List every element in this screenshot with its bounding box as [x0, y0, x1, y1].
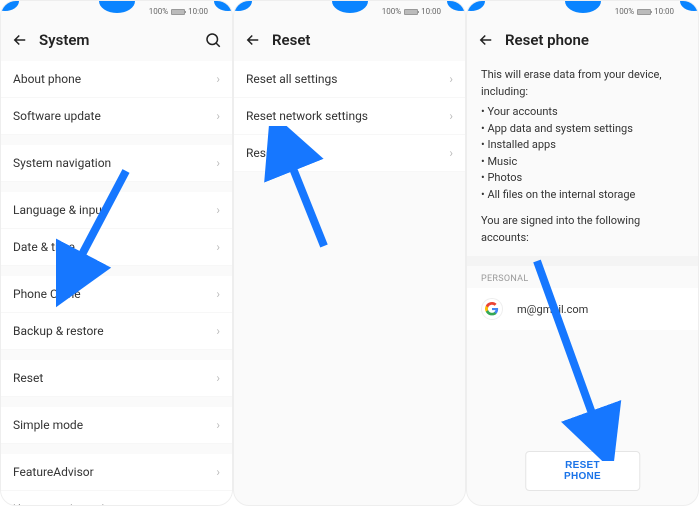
- row-label: Language & input: [13, 203, 106, 217]
- back-icon[interactable]: [477, 31, 495, 49]
- chevron-right-icon: ›: [216, 156, 220, 170]
- erase-list: Your accountsApp data and system setting…: [481, 104, 684, 203]
- status-bar: 100% 10:00: [149, 7, 208, 16]
- back-icon[interactable]: [11, 31, 29, 49]
- settings-row[interactable]: About phone ›: [1, 61, 232, 98]
- google-logo-icon: [481, 298, 503, 320]
- reset-phone-button[interactable]: RESET PHONE: [525, 451, 641, 491]
- settings-row[interactable]: Simple mode ›: [1, 407, 232, 444]
- chevron-right-icon: ›: [216, 287, 220, 301]
- erase-item: Your accounts: [481, 104, 684, 121]
- back-icon[interactable]: [244, 31, 262, 49]
- row-label: About phone: [13, 72, 81, 86]
- settings-row[interactable]: User experience improvement ›: [1, 491, 232, 506]
- chevron-right-icon: ›: [216, 418, 220, 432]
- erase-item: Music: [481, 154, 684, 171]
- erase-item: Installed apps: [481, 137, 684, 154]
- screen-reset-phone: 100% 10:00 Reset phone This will erase d…: [466, 0, 699, 506]
- chevron-right-icon: ›: [449, 72, 453, 86]
- battery-icon: [404, 9, 418, 15]
- chevron-right-icon: ›: [216, 371, 220, 385]
- section-personal: PERSONAL: [467, 266, 698, 288]
- settings-row[interactable]: System navigation ›: [1, 145, 232, 182]
- settings-row[interactable]: Phone Clone ›: [1, 276, 232, 313]
- settings-row[interactable]: Reset ›: [1, 360, 232, 397]
- chevron-right-icon: ›: [449, 146, 453, 160]
- battery-icon: [637, 9, 651, 15]
- row-label: FeatureAdvisor: [13, 465, 94, 479]
- page-title: System: [39, 31, 194, 49]
- signed-in-text: You are signed into the following accoun…: [481, 213, 684, 246]
- row-label: Reset: [13, 371, 43, 385]
- battery-pct: 100%: [382, 7, 401, 16]
- erase-item: Photos: [481, 170, 684, 187]
- erase-item: App data and system settings: [481, 121, 684, 138]
- status-bar: 100% 10:00: [382, 7, 441, 16]
- row-label: System navigation: [13, 156, 111, 170]
- screen-system: 100% 10:00 System About phone›Software u…: [0, 0, 233, 506]
- row-label: Reset phone: [246, 146, 312, 160]
- clock: 10:00: [654, 7, 674, 16]
- settings-row[interactable]: Reset network settings ›: [234, 98, 465, 135]
- chevron-right-icon: ›: [216, 324, 220, 338]
- page-title: Reset phone: [505, 31, 688, 49]
- page-title: Reset: [272, 31, 455, 49]
- settings-row[interactable]: Date & time ›: [1, 229, 232, 266]
- erase-intro: This will erase data from your device, i…: [481, 67, 684, 100]
- battery-pct: 100%: [149, 7, 168, 16]
- settings-row[interactable]: FeatureAdvisor ›: [1, 454, 232, 491]
- account-email: m@gmail.com: [517, 303, 588, 316]
- chevron-right-icon: ›: [216, 240, 220, 254]
- row-label: User experience improvement: [13, 502, 172, 506]
- settings-row[interactable]: Software update ›: [1, 98, 232, 135]
- chevron-right-icon: ›: [449, 109, 453, 123]
- chevron-right-icon: ›: [216, 502, 220, 506]
- settings-row[interactable]: Language & input ›: [1, 192, 232, 229]
- row-label: Date & time: [13, 240, 75, 254]
- row-label: Phone Clone: [13, 287, 81, 301]
- battery-icon: [171, 9, 185, 15]
- row-label: Reset all settings: [246, 72, 337, 86]
- clock: 10:00: [421, 7, 441, 16]
- settings-row[interactable]: Reset all settings ›: [234, 61, 465, 98]
- battery-pct: 100%: [615, 7, 634, 16]
- chevron-right-icon: ›: [216, 109, 220, 123]
- erase-item: All files on the internal storage: [481, 187, 684, 204]
- chevron-right-icon: ›: [216, 72, 220, 86]
- clock: 10:00: [188, 7, 208, 16]
- row-label: Reset network settings: [246, 109, 368, 123]
- settings-row[interactable]: Reset phone ›: [234, 135, 465, 172]
- row-label: Simple mode: [13, 418, 83, 432]
- search-icon[interactable]: [204, 31, 222, 49]
- row-label: Backup & restore: [13, 324, 104, 338]
- row-label: Software update: [13, 109, 101, 123]
- account-row[interactable]: m@gmail.com: [467, 288, 698, 330]
- status-bar: 100% 10:00: [615, 7, 674, 16]
- chevron-right-icon: ›: [216, 465, 220, 479]
- screen-reset: 100% 10:00 Reset Reset all settings›Rese…: [233, 0, 466, 506]
- settings-row[interactable]: Backup & restore ›: [1, 313, 232, 350]
- chevron-right-icon: ›: [216, 203, 220, 217]
